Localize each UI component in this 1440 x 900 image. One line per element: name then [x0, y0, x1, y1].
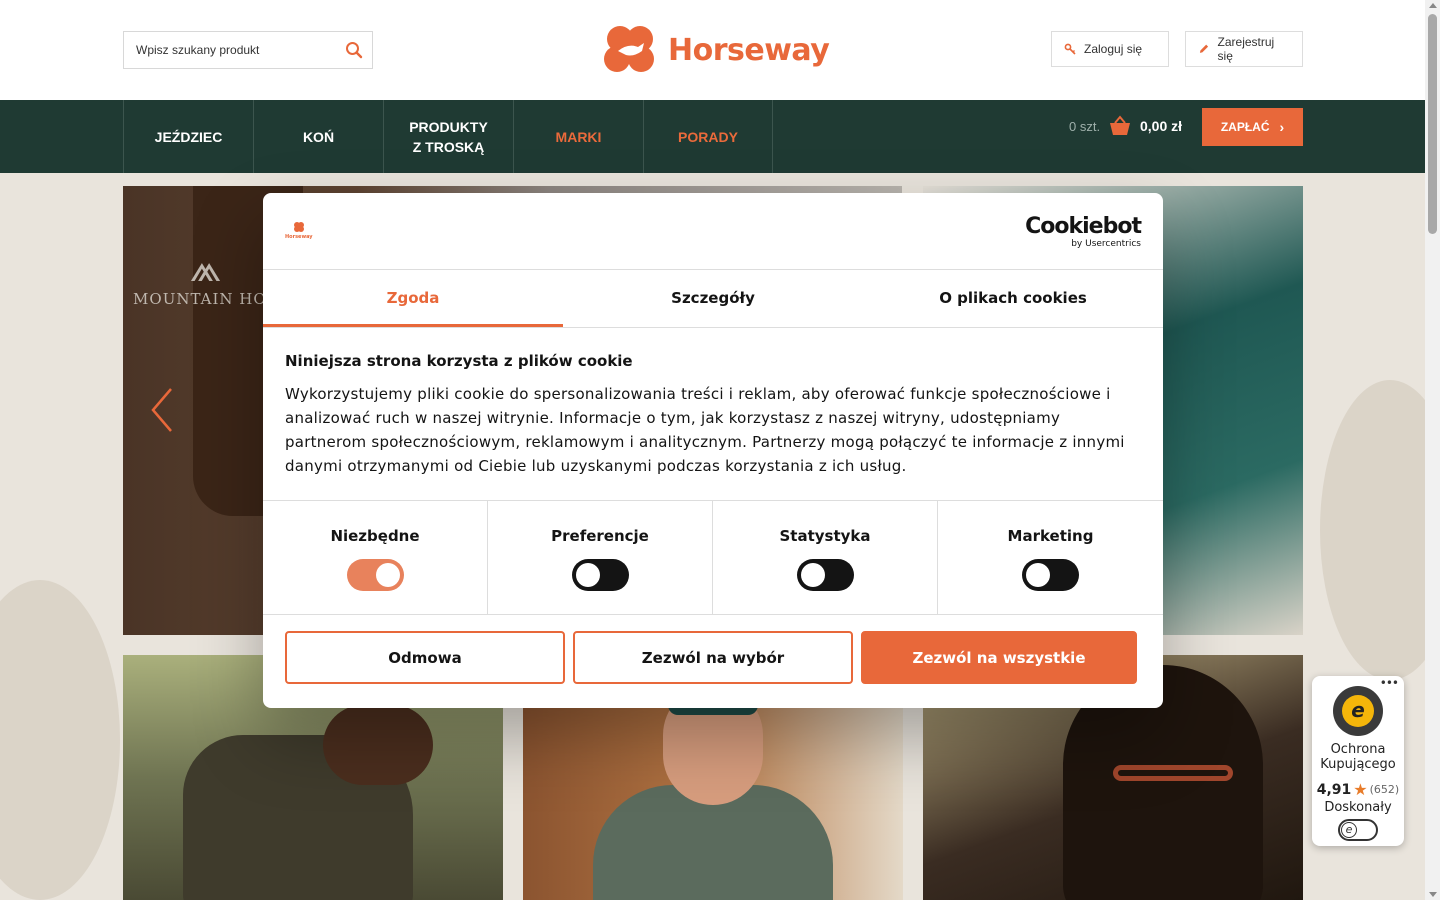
nav-item-care-products[interactable]: PRODUKTY Z TROSKĄ [383, 100, 513, 173]
nav-item-label: KOŃ [302, 128, 335, 145]
cookie-body-text: Wykorzystujemy pliki cookie do spersonal… [285, 385, 1125, 475]
cookie-heading: Niniejsza strona korzysta z plików cooki… [285, 352, 633, 370]
more-options-icon[interactable]: ••• [1380, 676, 1399, 690]
marketing-toggle[interactable] [1022, 559, 1079, 591]
cart-quantity: 0 szt. [1069, 119, 1101, 134]
cart-total[interactable]: 0,00 zł [1140, 118, 1182, 134]
clover-mini-icon [293, 222, 304, 232]
bridle-image [1113, 765, 1233, 781]
tab-details[interactable]: Szczegóły [563, 270, 863, 327]
star-icon: ★ [1353, 780, 1368, 799]
toggle-knob [800, 563, 825, 587]
register-label: Zarejestruj się [1217, 35, 1275, 63]
clover-horse-logo-icon [604, 26, 654, 72]
nav-item-label: MARKI [555, 128, 602, 145]
trusted-shops-badge[interactable]: ••• e Ochrona Kupującego 4,91 ★ (652) Do… [1312, 676, 1404, 846]
toggle-knob [375, 563, 400, 587]
cookiebot-subtitle: by Usercentrics [1071, 239, 1141, 249]
chevron-right-icon: › [1279, 119, 1285, 135]
tab-about-cookies[interactable]: O plikach cookies [863, 270, 1163, 327]
cookie-tabs: Zgoda Szczegóły O plikach cookies [263, 270, 1163, 328]
key-icon [1064, 43, 1076, 55]
toggle-knob [575, 563, 600, 587]
toggle-knob [1026, 563, 1050, 587]
checkout-button[interactable]: ZAPŁAĆ › [1202, 108, 1303, 146]
mountain-horse-brand-mark: ⩕ MOUNTAIN HOR [131, 246, 281, 308]
nav-item-label: PORADY [678, 128, 738, 145]
toggle-label: Marketing [1007, 527, 1094, 545]
login-label: Zaloguj się [1084, 42, 1143, 56]
necessary-toggle[interactable] [346, 559, 404, 591]
allow-selection-button[interactable]: Zezwól na wybór [573, 631, 853, 684]
mountain-logo-icon: ⩕ [189, 245, 223, 291]
toggle-group-statistics: Statystyka [713, 501, 938, 614]
trusted-shops-seal-icon: e [1333, 686, 1383, 736]
search-input[interactable] [124, 32, 334, 68]
nav-item-brands[interactable]: MARKI [513, 100, 643, 173]
rating-score: 4,91 [1316, 781, 1352, 798]
brand-mark-text: MOUNTAIN HOR [133, 290, 279, 308]
cookie-consent-dialog: Horseway Cookiebot by Usercentrics Zgoda… [263, 193, 1163, 708]
toggle-group-marketing: Marketing [938, 501, 1163, 614]
dog-head-image [323, 705, 433, 785]
cookie-dialog-header: Horseway Cookiebot by Usercentrics [263, 193, 1163, 270]
badge-toggle[interactable]: e [1338, 819, 1378, 841]
basket-icon[interactable] [1108, 114, 1132, 138]
seal-e-icon: e [1342, 695, 1374, 727]
carousel-prev-icon[interactable] [147, 385, 177, 435]
nav-item-horse[interactable]: KOŃ [253, 100, 383, 173]
rating-count: (652) [1369, 783, 1400, 796]
tab-consent[interactable]: Zgoda [263, 270, 563, 327]
page-scrollbar[interactable] [1425, 0, 1440, 900]
background-horse-left [0, 580, 120, 900]
rating-row: 4,91 ★ (652) [1312, 780, 1404, 799]
statistics-toggle[interactable] [796, 559, 854, 591]
login-button[interactable]: Zaloguj się [1051, 31, 1169, 67]
cookiebot-logo[interactable]: Cookiebot by Usercentrics [1025, 214, 1142, 250]
preferences-toggle[interactable] [571, 559, 629, 591]
nav-item-rider[interactable]: JEŹDZIEC [123, 100, 253, 173]
search-icon[interactable] [345, 41, 363, 59]
scrollbar-thumb[interactable] [1428, 14, 1437, 234]
background-horse-right [1320, 380, 1440, 680]
nav-item-label: PRODUKTY Z TROSKĄ [409, 118, 488, 155]
scroll-down-icon[interactable] [1429, 892, 1437, 897]
search-box [123, 31, 373, 69]
cookie-actions: Odmowa Zezwól na wybór Zezwól na wszystk… [263, 615, 1163, 700]
register-button[interactable]: Zarejestruj się [1185, 31, 1303, 67]
checkout-label: ZAPŁAĆ [1220, 120, 1270, 134]
buyer-protection-label: Ochrona Kupującego [1320, 742, 1396, 772]
cookiebot-name: Cookiebot [1025, 214, 1142, 239]
cookie-description: Niniejsza strona korzysta z plików cooki… [263, 328, 1163, 501]
allow-all-button[interactable]: Zezwól na wszystkie [861, 631, 1137, 684]
logo-text: Horseway [668, 32, 830, 68]
pencil-icon [1199, 44, 1209, 53]
deny-button[interactable]: Odmowa [285, 631, 565, 684]
cookie-dialog-site-name: Horseway [285, 234, 313, 240]
toggle-label: Niezbędne [330, 527, 420, 545]
toggle-label: Statystyka [779, 527, 871, 545]
toggle-group-preferences: Preferencje [488, 501, 713, 614]
e-icon: e [1341, 822, 1357, 838]
nav-item-label: JEŹDZIEC [154, 128, 223, 145]
site-logo[interactable]: Horseway [600, 20, 830, 80]
toggle-group-necessary: Niezbędne [263, 501, 488, 614]
cookie-dialog-site-logo: Horseway [285, 221, 313, 240]
site-header: Horseway Zaloguj się Zarejestruj się [0, 0, 1425, 100]
rating-level: Doskonały [1324, 800, 1392, 815]
nav-item-advice[interactable]: PORADY [643, 100, 773, 173]
cookie-category-toggles: Niezbędne Preferencje Statystyka Marketi… [263, 501, 1163, 615]
toggle-label: Preferencje [551, 527, 649, 545]
scroll-up-icon[interactable] [1429, 3, 1437, 8]
